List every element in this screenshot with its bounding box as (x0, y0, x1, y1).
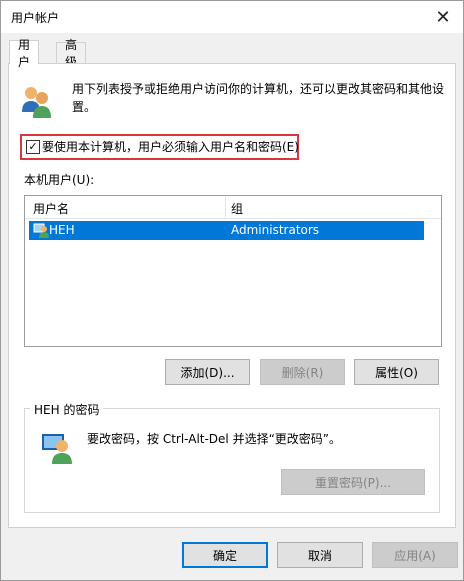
ok-button[interactable]: 确定 (182, 542, 268, 568)
local-users-label: 本机用户(U): (24, 173, 95, 187)
column-separator[interactable] (225, 196, 226, 218)
users-icon (22, 87, 51, 118)
password-user-icon (42, 434, 72, 464)
column-header-username[interactable]: 用户名 (33, 200, 69, 217)
require-login-checkbox[interactable]: ✓ (26, 140, 40, 154)
add-user-button[interactable]: 添加(D)... (165, 359, 250, 385)
password-groupbox (24, 408, 440, 513)
tab-users[interactable]: 用户 (9, 38, 40, 69)
list-header: 用户名 组 (25, 196, 441, 219)
row-username: HEH (49, 223, 75, 237)
users-list[interactable]: 用户名 组 HEH Administrators (24, 195, 442, 347)
close-icon[interactable]: ✕ (423, 1, 463, 33)
apply-button[interactable]: 应用(A) (372, 542, 458, 568)
tab-advanced[interactable]: 高级 (56, 38, 87, 69)
tab-users-label: 用户 (18, 37, 31, 69)
reset-password-button[interactable]: 重置密码(P)... (281, 469, 425, 495)
cancel-button[interactable]: 取消 (277, 542, 363, 568)
password-group-title: HEH 的密码 (30, 401, 104, 418)
table-row[interactable]: HEH Administrators (29, 221, 424, 240)
user-icon (33, 223, 49, 238)
properties-button[interactable]: 属性(O) (354, 359, 439, 385)
require-login-label[interactable]: 要使用本计算机，用户必须输入用户名和密码(E) (42, 138, 299, 155)
remove-user-button[interactable]: 删除(R) (260, 359, 345, 385)
row-group: Administrators (231, 223, 320, 237)
intro-text: 用下列表授予或拒绝用户访问你的计算机，还可以更改其密码和其他设置。 (72, 82, 445, 114)
column-header-group[interactable]: 组 (231, 200, 243, 217)
title-bar: 用户帐户 ✕ (1, 1, 463, 33)
window-title: 用户帐户 (11, 11, 60, 25)
password-instruction: 要改密码，按 Ctrl-Alt-Del 并选择“更改密码”。 (87, 432, 342, 446)
